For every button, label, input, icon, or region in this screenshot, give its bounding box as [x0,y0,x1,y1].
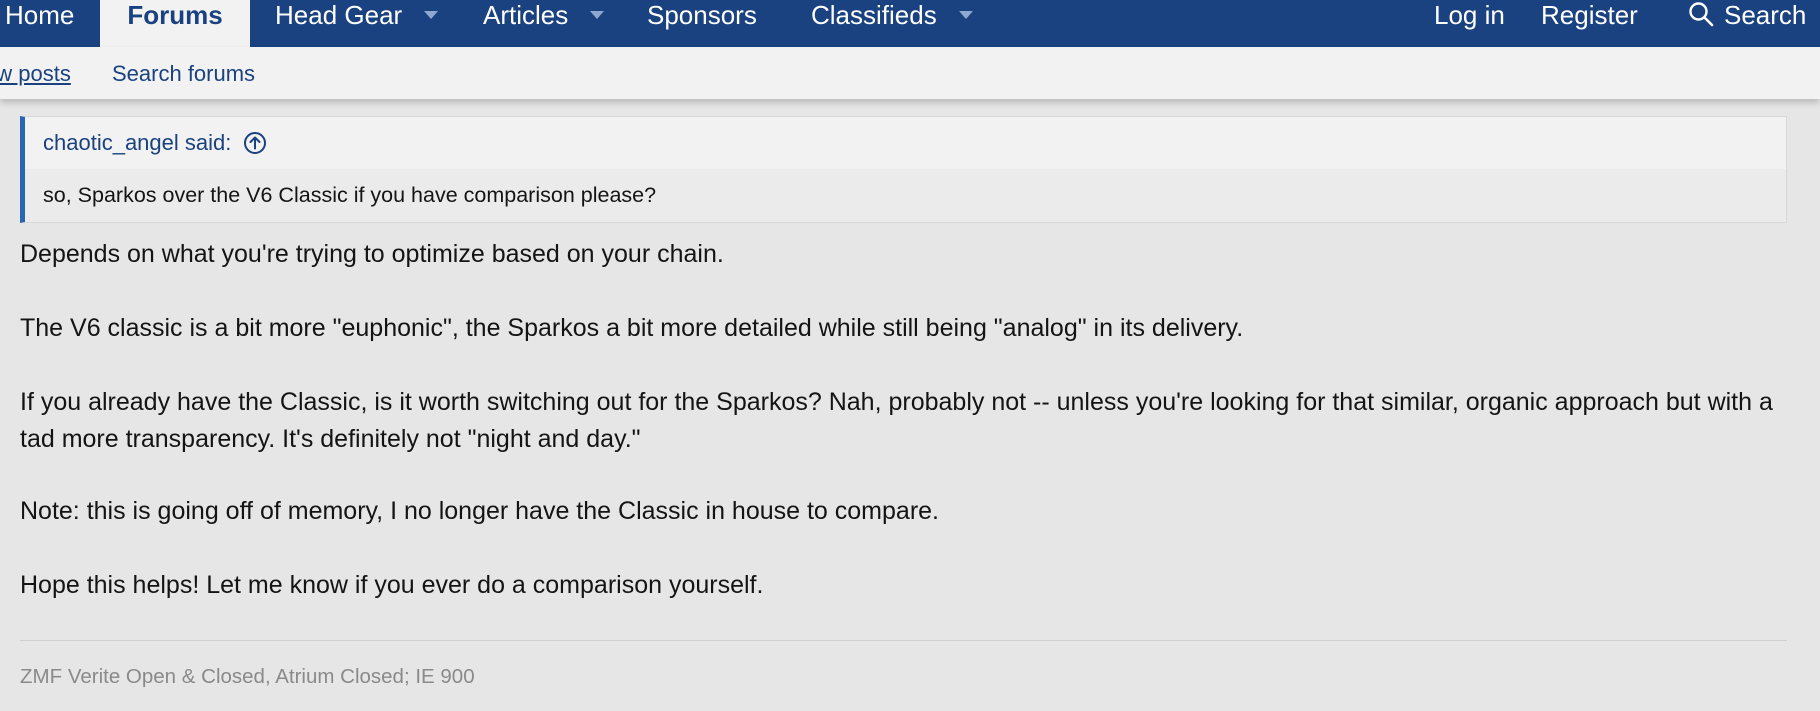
search-button[interactable]: Search [1688,0,1806,47]
top-navigation: Home Forums Head Gear Articles Sponsors … [0,0,1820,47]
user-signature: ZMF Verite Open & Closed, Atrium Closed;… [20,665,475,688]
nav-articles-label: Articles [483,0,569,30]
login-label: Log in [1434,0,1505,30]
post-paragraph: Hope this helps! Let me know if you ever… [20,571,764,599]
sub-navigation: ew posts Search forums [0,47,1820,99]
nav-sponsors[interactable]: Sponsors [647,0,757,47]
post-paragraph: Note: this is going off of memory, I no … [20,497,939,525]
signature-divider [20,640,1787,641]
new-posts-link[interactable]: ew posts [0,61,71,87]
nav-sponsors-label: Sponsors [647,0,757,30]
quote-header[interactable]: chaotic_angel said: [25,117,1786,169]
search-label: Search [1724,0,1807,30]
arrow-up-circle-icon[interactable] [243,131,267,155]
nav-articles[interactable]: Articles [483,0,605,47]
nav-forums[interactable]: Forums [100,0,250,47]
chevron-down-icon[interactable] [424,11,439,19]
nav-head-gear-label: Head Gear [275,0,403,30]
login-link[interactable]: Log in [1434,0,1505,47]
post-paragraph: If you already have the Classic, is it w… [20,388,1773,453]
blockquote: chaotic_angel said: so, Sparkos over the… [20,116,1787,223]
nav-home[interactable]: Home [0,0,100,47]
search-forums-link[interactable]: Search forums [112,61,255,87]
post-message: chaotic_angel said: so, Sparkos over the… [0,99,1820,711]
chevron-down-icon[interactable] [958,11,973,19]
register-label: Register [1541,0,1638,30]
register-link[interactable]: Register [1541,0,1638,47]
nav-classifieds[interactable]: Classifieds [811,0,973,47]
nav-classifieds-label: Classifieds [811,0,937,30]
search-icon [1688,0,1714,28]
nav-forums-label: Forums [127,0,223,30]
quote-text: so, Sparkos over the V6 Classic if you h… [43,183,657,207]
post-paragraph: The V6 classic is a bit more "euphonic",… [20,314,1244,342]
nav-home-label: Home [5,0,75,30]
post-paragraph: Depends on what you're trying to optimiz… [20,240,724,268]
nav-head-gear[interactable]: Head Gear [275,0,439,47]
chevron-down-icon[interactable] [590,11,605,19]
quote-author[interactable]: chaotic_angel said: [43,130,231,156]
